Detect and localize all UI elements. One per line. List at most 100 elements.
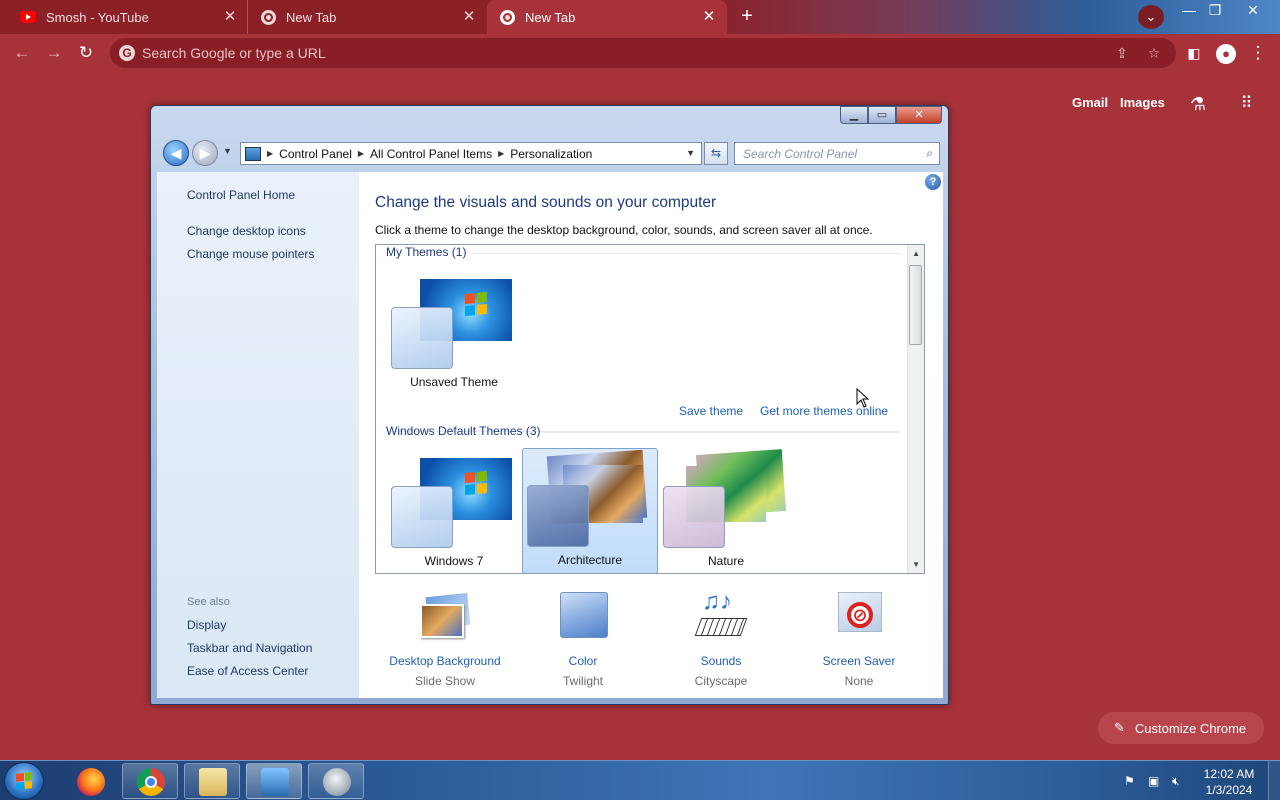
taskbar-firefox[interactable] [62,763,118,799]
taskbar-control-panel[interactable] [246,763,302,799]
start-button[interactable] [4,762,44,800]
menu-kebab-icon[interactable]: ⋮ [1246,41,1270,65]
setting-value: Cityscape [694,674,748,688]
tab-new-tab-active[interactable]: New Tab ✕ [487,0,727,34]
tab-new-tab-1[interactable]: New Tab ✕ [247,0,487,34]
setting-value: Slide Show [414,674,476,688]
tab-search-chevron-icon[interactable]: ⌄ [1138,5,1164,29]
omnibox-placeholder: Search Google or type a URL [142,45,326,61]
customize-chrome-label: Customize Chrome [1134,720,1247,736]
theme-color-swatch [391,486,453,548]
change-mouse-pointers-link[interactable]: Change mouse pointers [187,247,314,261]
page-description: Click a theme to change the desktop back… [375,223,873,237]
tab-title: Smosh - YouTube [46,9,149,25]
profile-icon[interactable]: ● [1214,41,1238,65]
close-icon[interactable]: ✕ [222,9,238,25]
scroll-up-icon[interactable]: ▲ [912,249,920,258]
side-panel-icon[interactable]: ◧ [1182,41,1206,65]
minimize-icon[interactable]: — [1176,0,1202,22]
back-arrow-icon[interactable]: ← [10,41,34,65]
reload-icon[interactable]: ↻ [74,41,98,65]
breadcrumb-arrow-icon[interactable]: ▶ [498,149,504,158]
gmail-link[interactable]: Gmail [1072,95,1108,110]
action-center-flag-icon[interactable]: ⚑ [1124,774,1135,788]
theme-nature[interactable]: Nature [658,448,794,573]
chrome-icon [260,9,276,25]
images-link[interactable]: Images [1120,95,1165,110]
theme-color-swatch [527,485,589,547]
media-icon [323,768,351,796]
close-icon[interactable]: ✕ [461,9,477,25]
scrollbar-thumb[interactable] [909,265,922,345]
forward-button[interactable]: ▶ [192,140,218,166]
restore-icon[interactable]: ❐ [1202,0,1228,22]
file-explorer-icon [199,768,227,796]
breadcrumb-arrow-icon[interactable]: ▶ [267,149,273,158]
change-desktop-icons-link[interactable]: Change desktop icons [187,224,306,238]
theme-unsaved[interactable]: Unsaved Theme [386,269,522,395]
desktop-background-icon [420,591,472,640]
tab-smosh-youtube[interactable]: Smosh - YouTube ✕ [8,0,248,34]
ease-of-access-link[interactable]: Ease of Access Center [187,664,308,678]
theme-windows-7[interactable]: Windows 7 [386,448,522,573]
address-bar[interactable]: ▶ Control Panel ▶ All Control Panel Item… [240,142,702,165]
refresh-button[interactable]: ⇆ [704,142,728,165]
save-theme-link[interactable]: Save theme [679,404,743,418]
address-dropdown-icon[interactable]: ▼ [686,148,695,158]
theme-name: Nature [707,554,745,568]
volume-muted-icon[interactable]: 🔇︎ [1172,774,1180,789]
setting-title: Screen Saver [822,654,896,668]
screen-saver-setting[interactable]: ⊘ Screen Saver None [794,592,924,688]
taskbar-media-player[interactable] [308,763,364,799]
help-icon[interactable]: ? [925,174,941,190]
display-link[interactable]: Display [187,618,226,632]
breadcrumb-all-items[interactable]: All Control Panel Items [370,147,492,161]
control-panel-home-link[interactable]: Control Panel Home [187,188,295,202]
back-button[interactable]: ◀ [163,140,189,166]
themes-list[interactable]: My Themes (1) Unsaved Theme Save theme G… [375,244,925,574]
minimize-button[interactable]: ▁ [840,106,868,124]
taskbar-navigation-link[interactable]: Taskbar and Navigation [187,641,312,655]
breadcrumb-personalization[interactable]: Personalization [510,147,592,161]
desktop-background-setting[interactable]: Desktop Background Slide Show [380,591,510,688]
breadcrumb-control-panel[interactable]: Control Panel [279,147,352,161]
new-tab-button[interactable]: + [734,5,760,29]
theme-architecture[interactable]: Architecture [522,448,658,573]
forward-arrow-icon[interactable]: → [42,41,66,65]
share-icon[interactable]: ⇪ [1112,44,1132,62]
recent-pages-dropdown[interactable]: ▼ [223,146,232,156]
maximize-button[interactable]: ▭ [868,106,896,124]
network-icon[interactable]: ▣ [1148,774,1159,788]
system-clock[interactable]: 12:02 AM 1/3/2024 [1196,766,1262,798]
labs-flask-icon[interactable]: ⚗ [1186,92,1210,116]
bookmark-star-icon[interactable]: ☆ [1144,44,1164,62]
close-window-icon[interactable]: ✕ [1240,0,1266,22]
setting-title: Color [568,654,598,668]
group-divider [542,432,900,433]
clock-time: 12:02 AM [1203,767,1255,781]
default-themes-label: Windows Default Themes (3) [386,424,541,438]
clock-date: 1/3/2024 [1205,783,1253,797]
apps-grid-icon[interactable]: ⠿ [1234,92,1258,116]
close-icon[interactable]: ✕ [701,9,717,25]
my-themes-label: My Themes (1) [386,245,467,259]
tab-title: New Tab [525,9,576,25]
color-setting[interactable]: Color Twilight [518,592,648,688]
taskbar-chrome[interactable] [122,763,178,799]
omnibox[interactable]: G Search Google or type a URL ⇪ ☆ [110,38,1176,68]
sounds-icon: ♫♪ [694,588,748,640]
group-divider [472,253,900,254]
breadcrumb-arrow-icon[interactable]: ▶ [358,149,364,158]
theme-name: Windows 7 [424,554,484,568]
search-icon[interactable]: ⌕ [926,146,933,161]
search-control-panel-input[interactable]: Search Control Panel ⌕ [734,142,940,165]
taskbar-file-explorer[interactable] [184,763,240,799]
customize-chrome-button[interactable]: ✎ Customize Chrome [1098,712,1264,744]
show-desktop-button[interactable] [1268,761,1280,800]
tab-strip: Smosh - YouTube ✕ New Tab ✕ New Tab ✕ + … [0,0,1280,34]
close-button[interactable]: ✕ [896,106,942,124]
window-controls: ▁ ▭ ✕ [840,106,942,124]
scroll-down-icon[interactable]: ▼ [912,560,920,569]
sounds-setting[interactable]: ♫♪ Sounds Cityscape [656,588,786,688]
themes-scrollbar[interactable]: ▲ ▼ [907,245,924,573]
